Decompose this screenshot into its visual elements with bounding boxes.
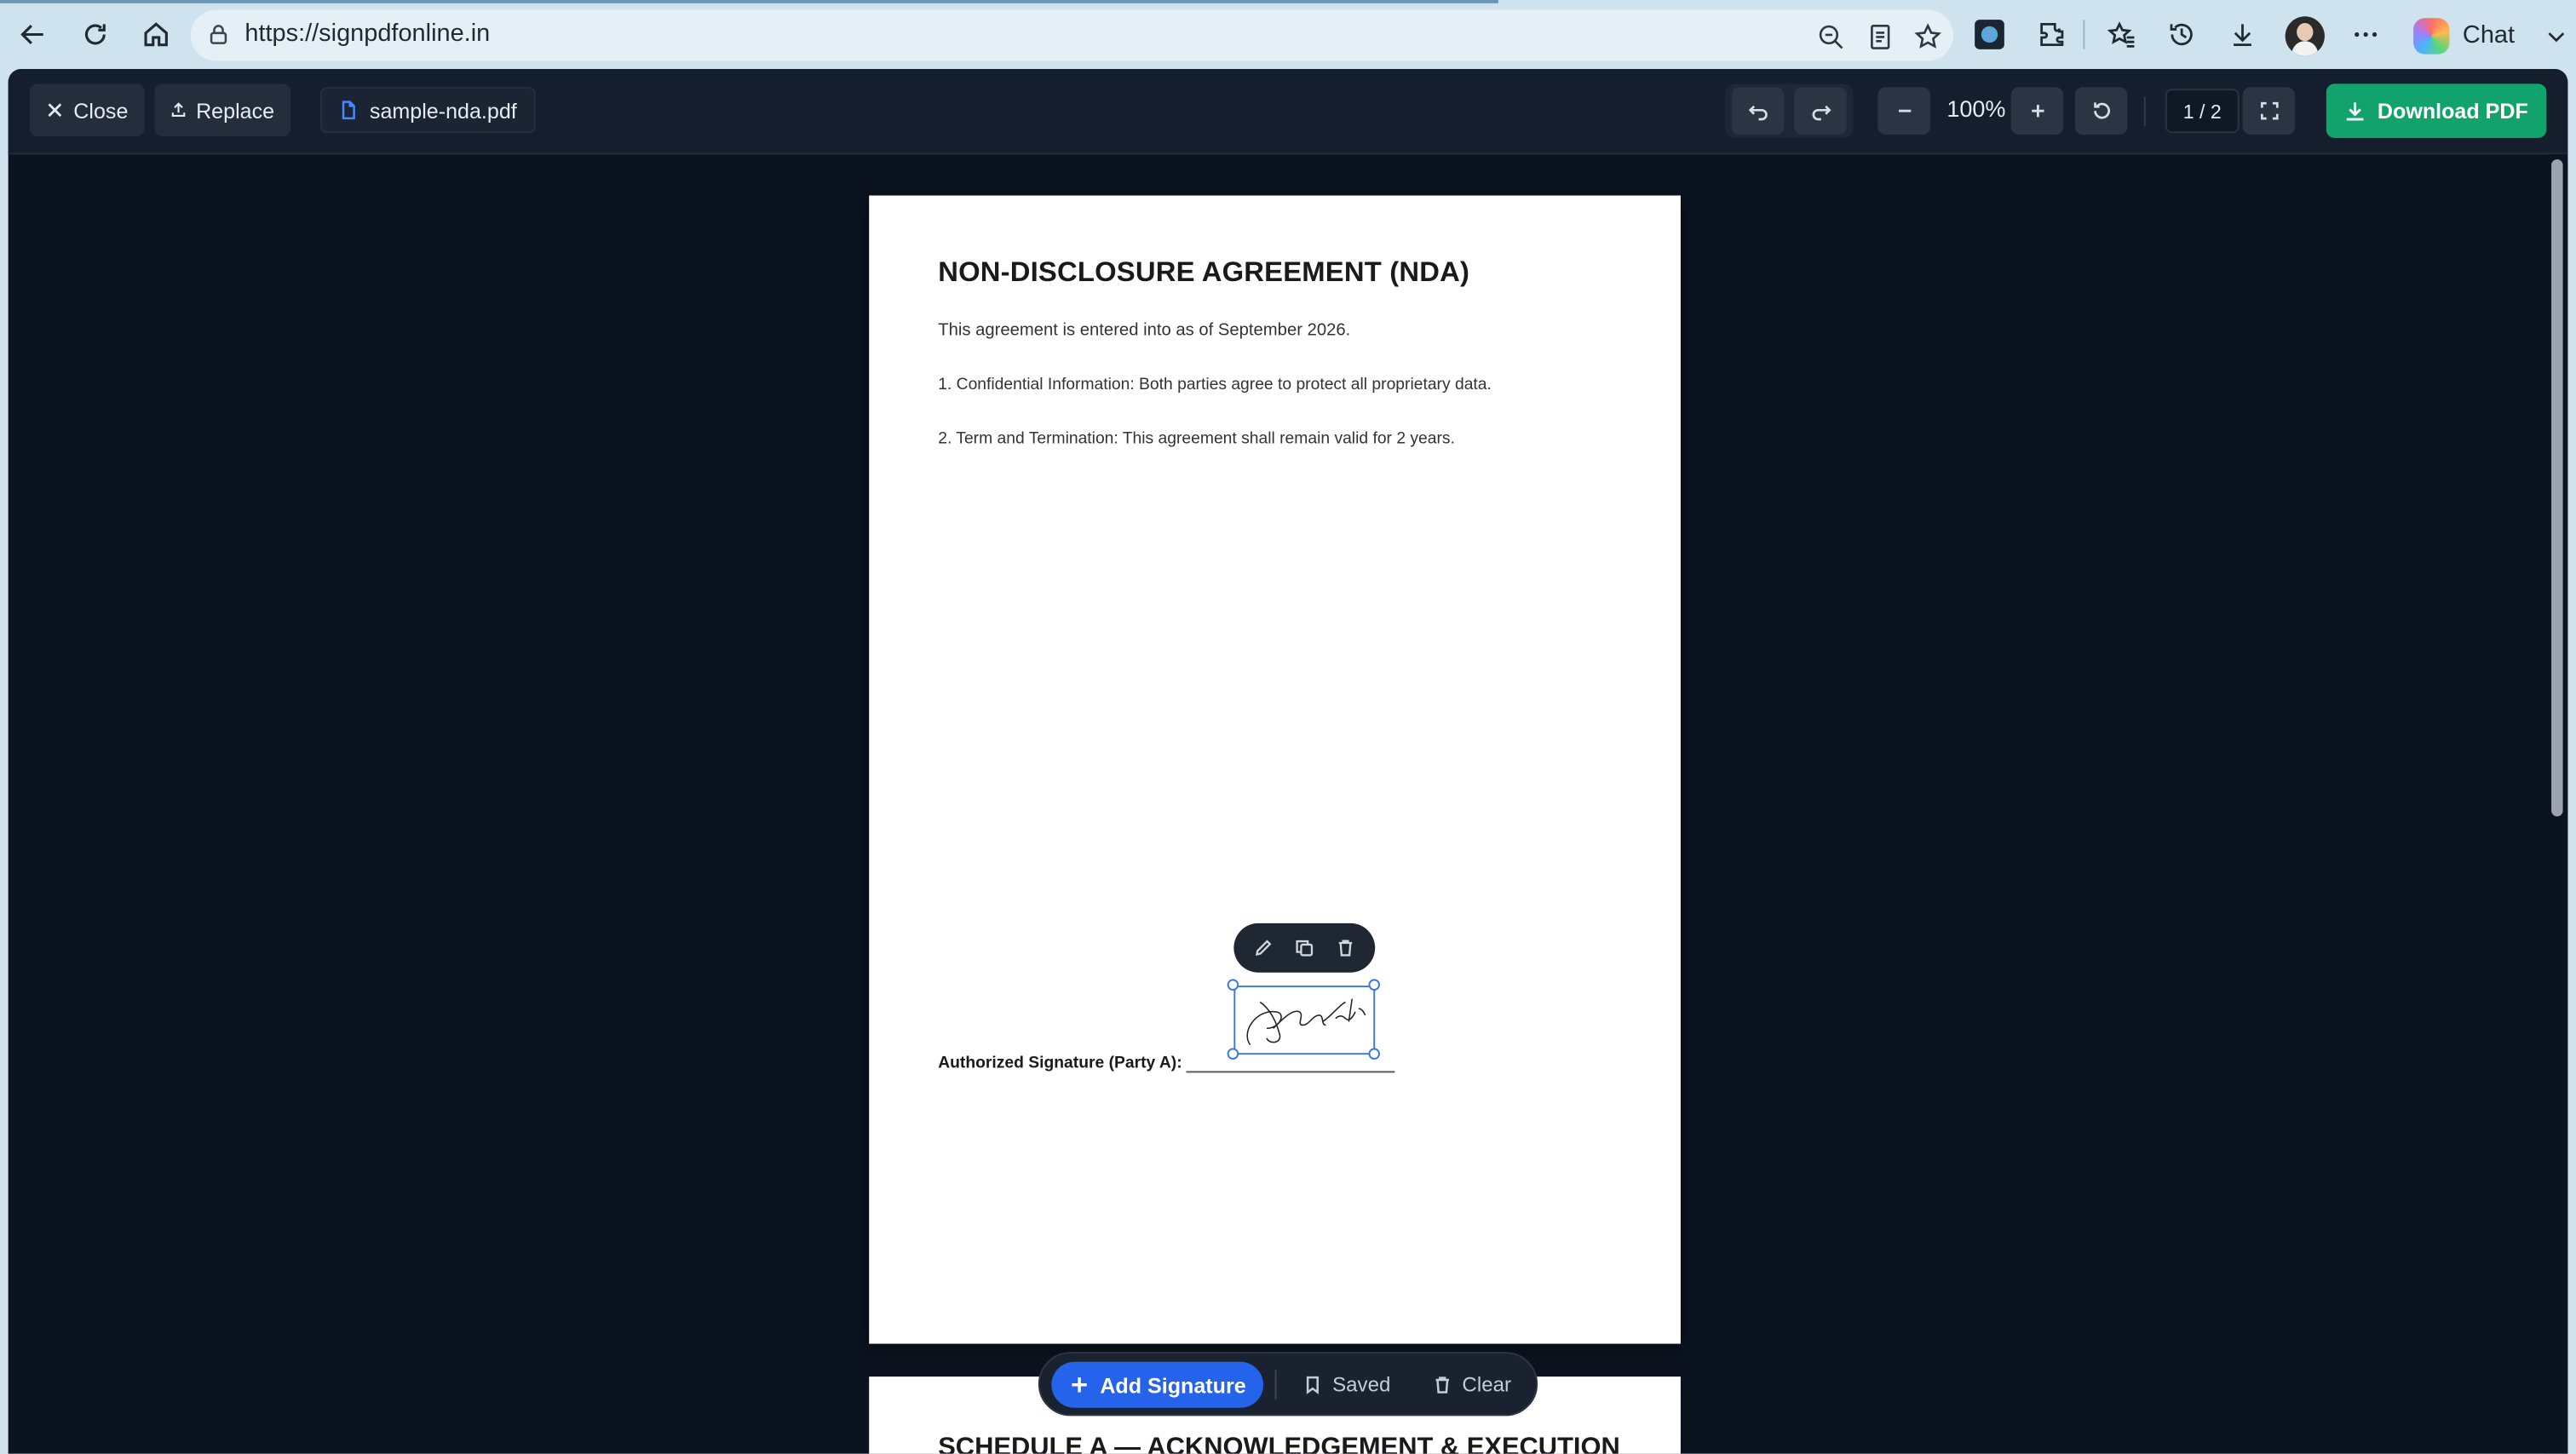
replace-label: Replace (196, 97, 275, 123)
fullscreen-icon (2260, 101, 2278, 120)
plus-icon (2031, 105, 2044, 118)
page-2-title: SCHEDULE A — ACKNOWLEDGEMENT & EXECUTION (938, 1434, 1620, 1454)
url-text[interactable]: https://signpdfonline.in (244, 20, 490, 48)
divider (2083, 20, 2085, 49)
rotate-icon (2093, 102, 2110, 119)
signature-field-label: Authorized Signature (Party A): (938, 1055, 1182, 1073)
zoom-in-button[interactable] (2010, 87, 2064, 135)
minus-icon (1898, 109, 1911, 112)
scrollbar-thumb[interactable] (2551, 159, 2563, 817)
pdf-editor-app: Close Replace sample-nda.pdf 100% 1 / 2 … (8, 68, 2568, 1454)
divider (2143, 96, 2146, 127)
signature-line (1186, 1071, 1395, 1073)
history-icon[interactable] (2162, 14, 2201, 54)
resize-handle-top-right[interactable] (1368, 979, 1380, 991)
close-button[interactable]: Close (29, 83, 145, 137)
add-signature-button[interactable]: Add Signature (1051, 1361, 1264, 1408)
more-options-icon[interactable] (2346, 14, 2385, 54)
document-intro: This agreement is entered into as of Sep… (938, 320, 1351, 341)
resize-handle-bottom-left[interactable] (1227, 1048, 1239, 1060)
edit-pencil-icon[interactable] (1252, 936, 1275, 959)
chevron-down-icon[interactable] (2544, 25, 2567, 48)
pdf-viewer[interactable]: NON-DISCLOSURE AGREEMENT (NDA) This agre… (9, 154, 2545, 1454)
downloads-icon[interactable] (2222, 14, 2262, 54)
signature-selection-box[interactable] (1233, 986, 1376, 1055)
copilot-logo-icon (2413, 18, 2450, 55)
favorite-star-icon[interactable] (1911, 20, 1944, 53)
duplicate-icon[interactable] (1293, 936, 1316, 959)
download-icon (2347, 102, 2364, 121)
zoom-level: 100% (1946, 95, 2006, 122)
fullscreen-button[interactable] (2242, 87, 2296, 135)
zoom-out-button[interactable] (1877, 87, 1931, 135)
close-icon (48, 103, 62, 118)
zoom-out-icon[interactable] (1814, 20, 1847, 53)
history-group (1724, 83, 1854, 138)
saved-label: Saved (1332, 1373, 1391, 1397)
chat-label: Chat (2462, 21, 2516, 49)
signature-action-bar: Add Signature Saved Clear (1038, 1352, 1538, 1417)
redo-icon (1811, 105, 1831, 121)
lock-icon[interactable] (207, 23, 230, 46)
replace-button[interactable]: Replace (154, 83, 291, 137)
saved-signatures-button[interactable]: Saved (1302, 1362, 1390, 1408)
add-signature-label: Add Signature (1100, 1372, 1246, 1398)
file-name: sample-nda.pdf (369, 97, 517, 123)
file-icon (342, 101, 355, 120)
divider (1274, 1370, 1277, 1400)
clause-2: 2. Term and Termination: This agreement … (938, 430, 1455, 449)
upload-icon (171, 102, 186, 117)
clear-label: Clear (1462, 1373, 1512, 1397)
address-bar[interactable]: https://signpdfonline.in (190, 9, 1954, 61)
favorites-icon[interactable] (2102, 14, 2141, 54)
clause-1: 1. Confidential Information: Both partie… (938, 376, 1492, 394)
resize-handle-top-left[interactable] (1227, 979, 1239, 991)
screen: https://signpdfonline.in Chat Close Repl… (0, 0, 2576, 1454)
delete-trash-icon[interactable] (1333, 936, 1356, 959)
browser-toolbar: https://signpdfonline.in Chat (0, 0, 2576, 69)
reload-icon[interactable] (76, 14, 115, 54)
rotate-button[interactable] (2074, 87, 2128, 135)
file-name-tab: sample-nda.pdf (320, 87, 535, 134)
extensions-puzzle-icon[interactable] (2033, 14, 2072, 54)
editor-toolbar: Close Replace sample-nda.pdf 100% 1 / 2 … (8, 68, 2568, 155)
bookmark-icon (1306, 1376, 1319, 1394)
trash-icon (1435, 1376, 1449, 1394)
undo-button[interactable] (1731, 87, 1785, 135)
undo-icon (1747, 105, 1767, 121)
profile-avatar[interactable] (2285, 16, 2325, 56)
home-icon[interactable] (136, 14, 175, 54)
back-icon[interactable] (13, 14, 52, 54)
signature-actions-toolbar (1233, 922, 1376, 973)
page-load-progress (0, 0, 1498, 3)
clear-button[interactable]: Clear (1433, 1362, 1511, 1408)
redo-button[interactable] (1793, 87, 1847, 135)
resize-handle-bottom-right[interactable] (1368, 1048, 1380, 1060)
document-title: NON-DISCLOSURE AGREEMENT (NDA) (938, 256, 1470, 288)
copilot-chat-button[interactable]: Chat (2403, 10, 2571, 61)
plus-icon (1071, 1377, 1086, 1393)
pdf-page-1[interactable]: NON-DISCLOSURE AGREEMENT (NDA) This agre… (869, 195, 1681, 1344)
download-label: Download PDF (2377, 98, 2528, 124)
extension-app-icon[interactable] (1975, 20, 2004, 49)
download-pdf-button[interactable]: Download PDF (2326, 83, 2547, 138)
page-indicator[interactable]: 1 / 2 (2165, 89, 2240, 134)
reader-mode-icon[interactable] (1863, 20, 1896, 53)
close-label: Close (73, 97, 129, 123)
